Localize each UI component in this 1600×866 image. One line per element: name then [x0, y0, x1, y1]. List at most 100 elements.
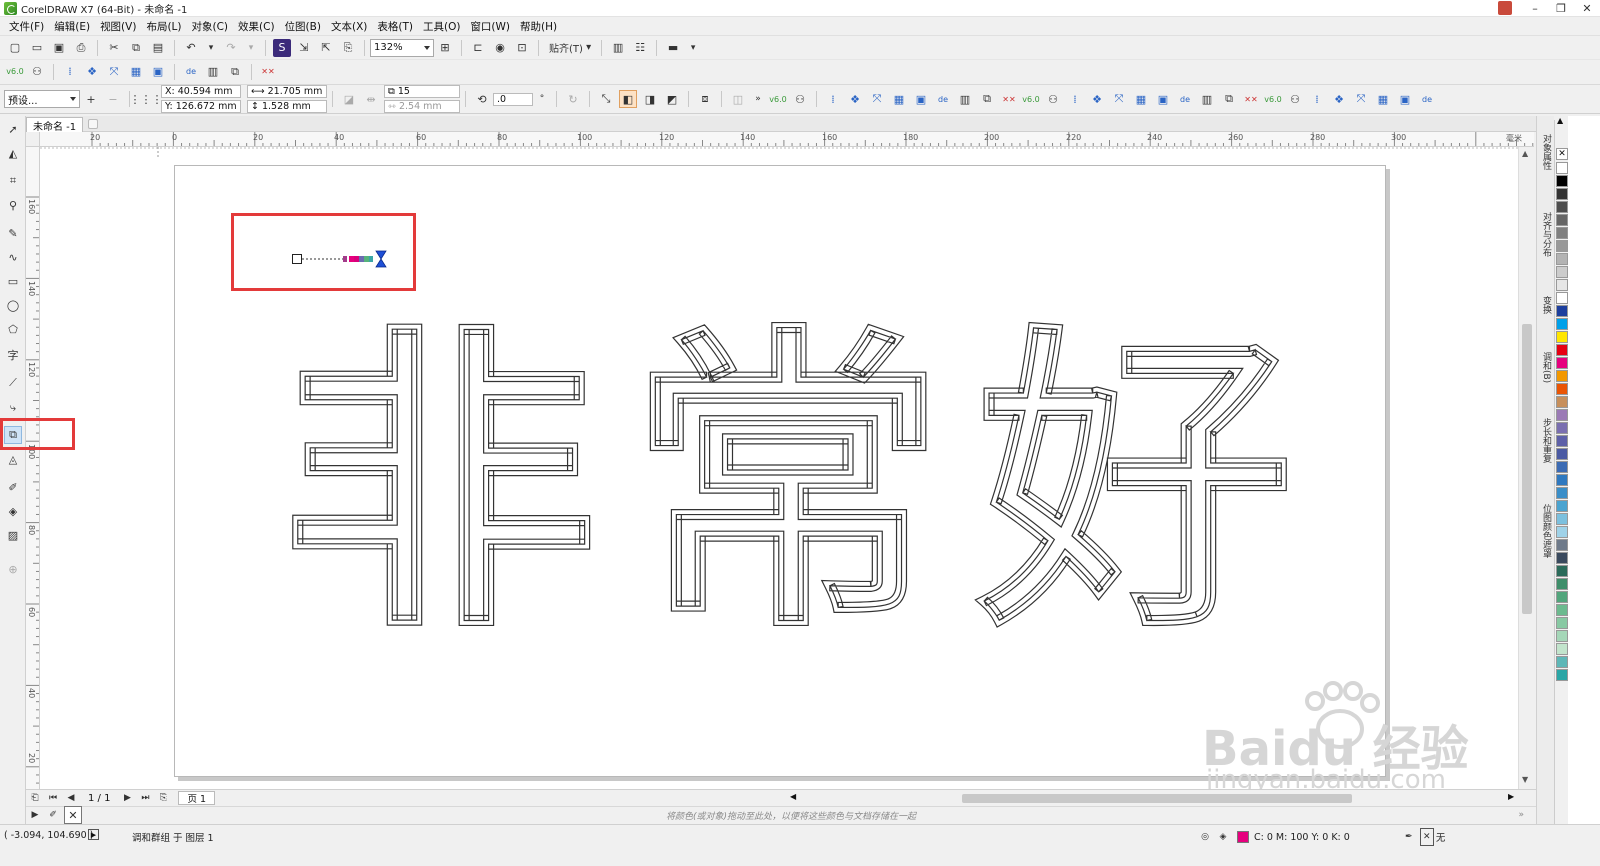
plugin-align-icon[interactable]: ⁞ — [61, 63, 79, 81]
palette-swatch[interactable] — [1556, 539, 1568, 551]
plugin-grid-icon-3[interactable]: ▦ — [1132, 90, 1150, 108]
docker-tab-bitmap-mask[interactable]: 位图颜色遮罩 — [1539, 504, 1553, 558]
options-icon[interactable]: ☷ — [631, 39, 649, 57]
plugin-text-icon-2[interactable]: de — [934, 90, 952, 108]
next-page-icon[interactable]: ▶ — [120, 789, 134, 807]
palette-swatch[interactable] — [1556, 552, 1568, 564]
save-icon[interactable]: ▣ — [50, 39, 68, 57]
docker-tab-object-properties[interactable]: 对象属性 — [1539, 134, 1553, 170]
plugin-text-icon[interactable]: de — [182, 63, 200, 81]
plugin-frame-icon[interactable]: ▣ — [149, 63, 167, 81]
open-folder-icon[interactable]: ▭ — [28, 39, 46, 57]
plugin-layers-icon-2[interactable]: ⧉ — [978, 90, 996, 108]
palette-swatch[interactable] — [1556, 461, 1568, 473]
application-launcher-icon[interactable]: ▬ — [664, 39, 682, 57]
blend-steps-mode-icon[interactable]: ◪ — [340, 90, 358, 108]
clear-blend-icon[interactable]: ◫ — [729, 90, 747, 108]
menu-object[interactable]: 对象(C) — [187, 19, 234, 34]
launcher-dropdown-icon[interactable]: ▾ — [686, 39, 700, 57]
height-field[interactable]: ↕ 1.528 mm — [247, 100, 327, 113]
plugin-shapes-icon-4[interactable]: ❖ — [1330, 90, 1348, 108]
palette-swatch[interactable] — [1556, 370, 1568, 382]
counterclockwise-blend-icon[interactable]: ◩ — [663, 90, 681, 108]
plugin-shapes-icon[interactable]: ❖ — [83, 63, 101, 81]
menu-edit[interactable]: 编辑(E) — [49, 19, 95, 34]
vertical-ruler[interactable]: 160 140 120 100 80 60 40 20 — [26, 147, 40, 789]
eyedropper-tool-icon[interactable]: ✐ — [4, 478, 22, 496]
plugin-barcode-icon-3[interactable]: ▥ — [1198, 90, 1216, 108]
object-origin-icon[interactable]: ⋮⋮⋮ — [130, 90, 163, 108]
import-icon[interactable]: ⇲ — [295, 39, 313, 57]
plugin-delete-icon-3[interactable]: ✕✕ — [1242, 90, 1260, 108]
blend-spacing-field[interactable]: ⇿ 2.54 mm — [384, 100, 460, 113]
search-content-icon[interactable]: S — [273, 38, 291, 57]
menu-file[interactable]: 文件(F) — [4, 19, 49, 34]
menu-help[interactable]: 帮助(H) — [515, 19, 562, 34]
user-account-icon[interactable] — [1498, 1, 1512, 15]
palette-swatch[interactable] — [1556, 227, 1568, 239]
palette-swatch[interactable] — [1556, 292, 1568, 304]
plugin-resize-icon[interactable]: ⤧ — [105, 63, 123, 81]
palette-swatch[interactable] — [1556, 500, 1568, 512]
palette-swatch[interactable] — [1556, 487, 1568, 499]
docker-tab-align-distribute[interactable]: 对齐与分布 — [1539, 212, 1553, 257]
palette-swatch[interactable] — [1556, 279, 1568, 291]
palette-swatch[interactable] — [1556, 357, 1568, 369]
palette-swatch[interactable] — [1556, 396, 1568, 408]
plugin-delete-icon[interactable]: ✕✕ — [259, 63, 277, 81]
horizontal-scrollbar[interactable]: ◀ ▶ — [786, 790, 1521, 807]
redo-dropdown-icon[interactable]: ▾ — [244, 39, 258, 57]
plugin-delete-icon-2[interactable]: ✕✕ — [1000, 90, 1018, 108]
direct-blend-icon[interactable]: ◧ — [619, 90, 637, 108]
toolbox-options-icon[interactable]: ⊕ — [4, 560, 22, 578]
palette-swatch[interactable] — [1556, 201, 1568, 213]
palette-swatch[interactable] — [1556, 422, 1568, 434]
y-position-field[interactable]: Y: 126.672 mm — [161, 100, 241, 113]
plugin-users-icon[interactable]: ⚇ — [28, 63, 46, 81]
outline-pen-icon[interactable]: ✒ — [1402, 828, 1416, 846]
plugin-text-icon-3[interactable]: de — [1176, 90, 1194, 108]
zoom-level-combo[interactable]: 132% — [370, 38, 434, 57]
plugin-align-icon-2[interactable]: ⁞ — [824, 90, 842, 108]
more-tools-icon[interactable]: » — [751, 90, 765, 108]
menu-text[interactable]: 文本(X) — [326, 19, 372, 34]
restore-button[interactable]: ❐ — [1548, 0, 1574, 17]
palette-swatch[interactable] — [1556, 214, 1568, 226]
menu-effects[interactable]: 效果(C) — [233, 19, 280, 34]
menu-table[interactable]: 表格(T) — [372, 19, 418, 34]
vertical-scrollbar[interactable]: ▲ ▼ — [1518, 147, 1534, 789]
add-page-before-icon[interactable]: ⎗ — [28, 789, 42, 807]
show-rulers-icon[interactable]: ⊏ — [469, 39, 487, 57]
welcome-screen-icon[interactable]: ▥ — [609, 39, 627, 57]
plugin-frame-icon-2[interactable]: ▣ — [912, 90, 930, 108]
blend-direction-icon[interactable]: ⟲ — [473, 90, 491, 108]
palette-swatch[interactable] — [1556, 175, 1568, 187]
plugin-grid-icon-4[interactable]: ▦ — [1374, 90, 1392, 108]
plugin-resize-icon-4[interactable]: ⤧ — [1352, 90, 1370, 108]
docker-tab-blend[interactable]: 调和(B) — [1539, 352, 1553, 383]
menu-view[interactable]: 视图(V) — [95, 19, 141, 34]
plugin-layers-icon[interactable]: ⧉ — [226, 63, 244, 81]
plugin-barcode-icon[interactable]: ▥ — [204, 63, 222, 81]
print-icon[interactable]: ⎙ — [72, 39, 90, 57]
palette-swatch[interactable] — [1556, 565, 1568, 577]
palette-swatch[interactable] — [1556, 383, 1568, 395]
artwork-text[interactable]: 非常好 — [279, 299, 1324, 670]
shape-tool-icon[interactable]: ◭ — [4, 144, 22, 162]
blend-spacing-mode-icon[interactable]: ⇹ — [362, 90, 380, 108]
scroll-up-icon[interactable]: ▲ — [1522, 149, 1528, 158]
pick-tool-icon[interactable]: ➚ — [4, 120, 22, 138]
preset-combo[interactable]: 预设... — [4, 90, 80, 108]
menu-tools[interactable]: 工具(O) — [418, 19, 465, 34]
close-button[interactable]: ✕ — [1574, 0, 1600, 17]
snap-to-button[interactable]: 贴齐(T) ▾ — [546, 39, 594, 57]
polygon-tool-icon[interactable]: ⬠ — [4, 320, 22, 338]
plugin-grid-icon[interactable]: ▦ — [127, 63, 145, 81]
palette-swatch[interactable] — [1556, 344, 1568, 356]
no-color-swatch-icon[interactable]: ✕ — [64, 806, 82, 824]
palette-swatch[interactable] — [1556, 474, 1568, 486]
palette-swatch[interactable] — [1556, 526, 1568, 538]
palette-swatch[interactable] — [1556, 669, 1568, 681]
palette-swatch[interactable] — [1556, 617, 1568, 629]
freehand-tool-icon[interactable]: ✎ — [4, 224, 22, 242]
